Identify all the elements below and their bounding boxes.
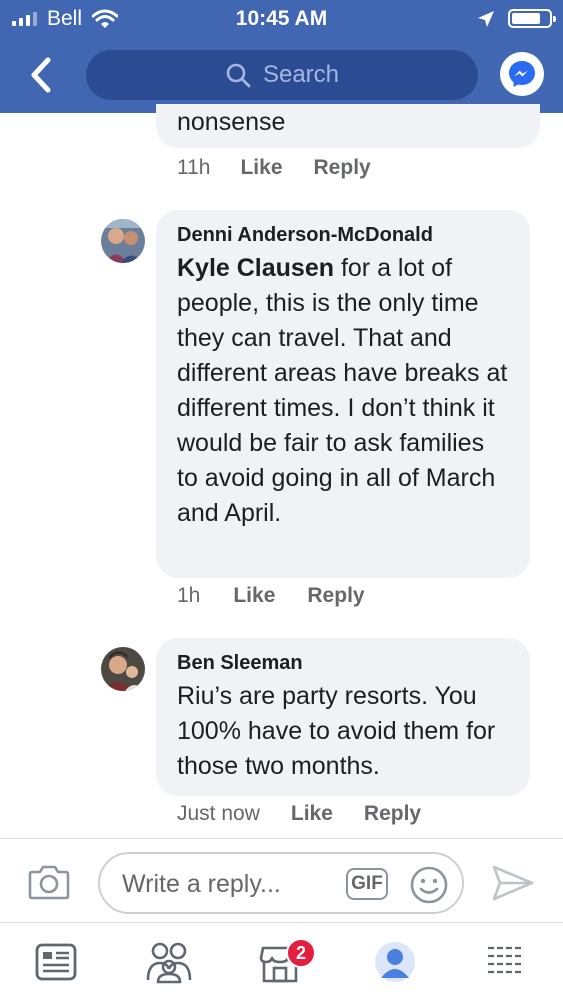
tab-menu[interactable] (482, 938, 530, 986)
reply-placeholder: Write a reply... (122, 870, 281, 898)
tab-groups[interactable] (145, 938, 193, 986)
comment-timestamp: 11h (177, 156, 211, 179)
gif-button[interactable]: GIF (346, 868, 388, 900)
avatar-image (101, 647, 145, 691)
location-arrow-icon (478, 11, 494, 27)
reply-button[interactable]: Reply (364, 802, 421, 826)
battery-icon (508, 9, 556, 28)
previous-comment-actions: 11h Like Reply (177, 156, 371, 180)
comment-author[interactable]: Denni Anderson-McDonald (177, 224, 510, 247)
search-placeholder: Search (262, 61, 340, 88)
comment-timestamp: Just now (177, 802, 260, 825)
comment-timestamp: 1h (177, 584, 201, 607)
reply-input[interactable]: Write a reply... GIF (98, 852, 464, 914)
menu-icon (488, 946, 524, 974)
tab-news-feed[interactable] (32, 938, 80, 986)
divider (0, 838, 563, 839)
notification-badge: 2 (286, 938, 316, 968)
search-input[interactable]: Search (86, 50, 478, 100)
like-button[interactable]: Like (240, 156, 282, 180)
avatar[interactable] (101, 647, 145, 691)
back-icon[interactable] (28, 56, 56, 94)
comment-text: Kyle Clausen for a lot of people, this i… (177, 251, 510, 531)
messenger-button[interactable] (500, 52, 544, 96)
camera-icon[interactable] (28, 862, 70, 902)
search-icon (226, 63, 251, 88)
comment-actions: Just now Like Reply (177, 802, 421, 826)
profile-icon (375, 942, 415, 982)
status-bar: Bell 10:45 AM (0, 0, 563, 38)
comment-body: for a lot of people, this is the only ti… (177, 254, 508, 527)
tab-profile[interactable] (371, 938, 419, 986)
top-navigation-bar: Bell 10:45 AM Search (0, 0, 563, 113)
avatar-image (101, 219, 145, 263)
mentioned-user[interactable]: Kyle Clausen (177, 254, 334, 282)
comment-bubble: Ben Sleeman Riu’s are party resorts. You… (156, 638, 530, 796)
like-button[interactable]: Like (233, 584, 275, 608)
divider (0, 922, 563, 923)
reply-button[interactable]: Reply (314, 156, 371, 180)
comment-actions: 1h Like Reply (177, 584, 365, 608)
reply-button[interactable]: Reply (307, 584, 364, 608)
groups-icon (146, 942, 192, 984)
emoji-icon[interactable] (409, 865, 449, 905)
previous-comment-text: nonsense (177, 108, 286, 136)
comment-body: Riu’s are party resorts. You 100% have t… (177, 682, 496, 780)
like-button[interactable]: Like (291, 802, 333, 826)
comment-bubble: Denni Anderson-McDonald Kyle Clausen for… (156, 210, 530, 578)
send-icon[interactable] (491, 864, 535, 902)
news-feed-icon (35, 943, 77, 981)
avatar[interactable] (101, 219, 145, 263)
messenger-icon (509, 61, 535, 87)
comment-author[interactable]: Ben Sleeman (177, 652, 510, 675)
